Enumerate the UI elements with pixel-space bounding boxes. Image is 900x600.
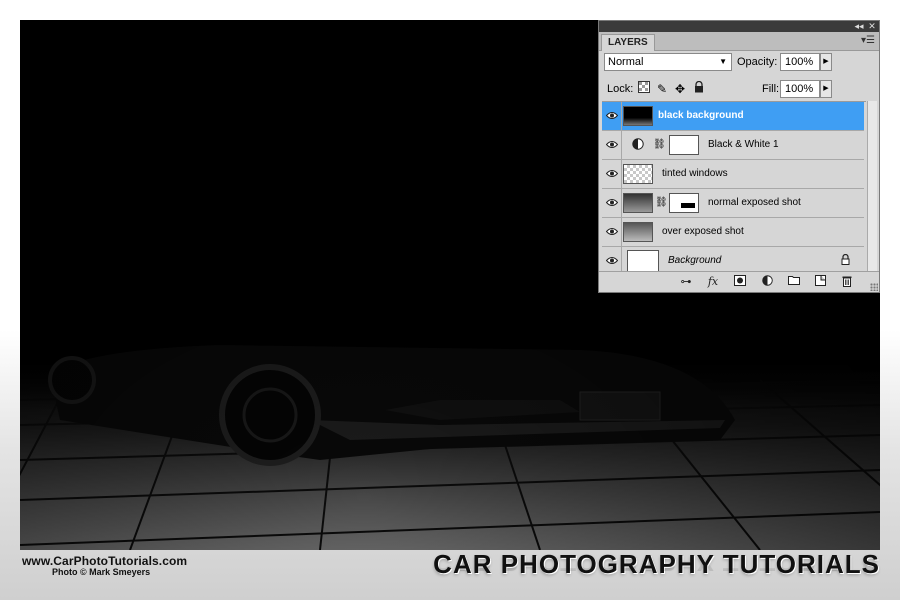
layer-thumbnail [623, 106, 653, 126]
black-white-adjustment-icon [632, 138, 644, 150]
new-layer-icon[interactable] [812, 275, 828, 289]
layer-name: normal exposed shot [708, 197, 801, 208]
visibility-cell[interactable] [602, 131, 622, 159]
photo-credit: Photo © Mark Smeyers [52, 567, 151, 577]
eye-icon[interactable] [606, 111, 618, 120]
layer-name: tinted windows [662, 168, 728, 179]
brand-title-reflection: CAR PHOTOGRAPHY TUTORIALS [433, 547, 880, 577]
layer-row-over-exposed-shot[interactable]: over exposed shot [602, 218, 864, 247]
layers-panel: ◂◂ ✕ LAYERS ▾☰ Normal ▼ Opacity: 100% ▶ … [598, 20, 880, 293]
lock-row: Lock: ✎ ✥ Fill: 100% ▶ [604, 80, 874, 100]
lock-all-icon[interactable] [692, 80, 706, 97]
eye-icon[interactable] [606, 140, 618, 149]
blend-mode-select[interactable]: Normal ▼ [604, 53, 732, 71]
eye-icon[interactable] [606, 256, 618, 265]
resize-grip-icon[interactable] [870, 283, 878, 291]
layer-row-normal-exposed-shot[interactable]: ⛓ normal exposed shot [602, 189, 864, 218]
lock-transparent-icon[interactable] [637, 81, 651, 97]
adjustment-icon[interactable] [759, 275, 775, 289]
blend-row: Normal ▼ Opacity: 100% ▶ [604, 53, 874, 73]
opacity-label: Opacity: [737, 56, 778, 68]
visibility-cell[interactable] [602, 102, 622, 130]
site-url: www.CarPhotoTutorials.com [22, 554, 188, 568]
opacity-arrow-icon[interactable]: ▶ [820, 53, 832, 71]
eye-icon[interactable] [606, 227, 618, 236]
layer-mask-thumbnail [669, 135, 699, 155]
fx-icon[interactable]: fx [705, 275, 721, 289]
panel-titlebar: ◂◂ ✕ [599, 21, 879, 32]
visibility-cell[interactable] [602, 218, 622, 246]
tab-strip: LAYERS ▾☰ [599, 32, 879, 51]
blend-mode-value: Normal [608, 56, 644, 68]
visibility-cell[interactable] [602, 189, 622, 217]
layer-name: black background [658, 110, 744, 121]
layer-row-black-white-1[interactable]: ⛓ Black & White 1 [602, 131, 864, 160]
layer-thumbnail [627, 250, 659, 272]
visibility-cell[interactable] [602, 160, 622, 188]
opacity-field[interactable]: 100% [780, 53, 820, 71]
lock-icon [841, 253, 850, 268]
chain-icon[interactable]: ⛓ [655, 197, 668, 208]
tab-layers[interactable]: LAYERS [601, 34, 655, 51]
close-icon[interactable]: ✕ [866, 21, 878, 32]
collapse-icon[interactable]: ◂◂ [853, 21, 865, 32]
panel-footer: ⊶ fx [599, 271, 879, 292]
layer-scrollbar[interactable]: ▼ [867, 101, 877, 291]
link-icon[interactable]: ⊶ [678, 275, 694, 289]
layer-name: Background [668, 255, 722, 266]
lock-label: Lock: [607, 83, 634, 95]
lock-position-icon[interactable]: ✥ [673, 81, 687, 97]
layer-thumbnail [623, 222, 653, 242]
panel-menu-icon[interactable]: ▾☰ [861, 35, 875, 46]
chevron-down-icon: ▼ [719, 57, 727, 66]
mask-icon[interactable] [732, 275, 748, 289]
layer-name: over exposed shot [662, 226, 744, 237]
layer-mask-thumbnail [669, 193, 699, 213]
layer-row-black-background[interactable]: black background [602, 102, 864, 131]
trash-icon[interactable] [839, 275, 855, 289]
layer-name: Black & White 1 [708, 139, 779, 150]
folder-icon[interactable] [786, 275, 802, 289]
chain-icon[interactable]: ⛓ [653, 139, 666, 150]
layer-thumbnail [623, 193, 653, 213]
layer-thumbnail [623, 164, 653, 184]
eye-icon[interactable] [606, 169, 618, 178]
fill-label: Fill: [762, 83, 780, 95]
layer-list: black background ⛓ Black & White 1 tinte… [602, 101, 866, 292]
fill-field[interactable]: 100% [780, 80, 820, 98]
eye-icon[interactable] [606, 198, 618, 207]
fill-arrow-icon[interactable]: ▶ [820, 80, 832, 98]
lock-pixels-icon[interactable]: ✎ [655, 81, 669, 97]
layer-row-tinted-windows[interactable]: tinted windows [602, 160, 864, 189]
